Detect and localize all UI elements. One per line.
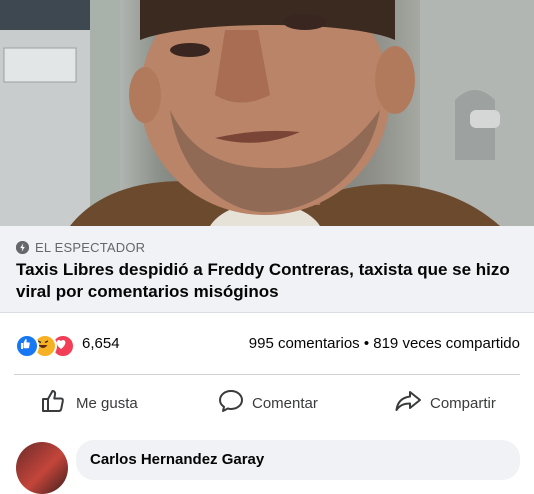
share-arrow-icon [394,388,422,418]
post-stats: 6,654 995 comentarios • 819 veces compar… [0,326,534,362]
post-photo[interactable] [0,0,534,226]
comment-icon [218,388,244,418]
reaction-icons[interactable] [15,334,75,358]
action-bar: Me gusta Comentar Compartir [0,384,534,422]
comment-label: Comentar [252,394,318,412]
like-reaction-icon [15,334,39,358]
commenter-avatar[interactable] [16,442,68,494]
commenter-name[interactable]: Carlos Hernandez Garay [90,451,264,468]
source-name: EL ESPECTADOR [35,240,146,255]
divider [14,374,520,375]
comments-shares-count[interactable]: 995 comentarios • 819 veces compartido [249,335,520,352]
share-label: Compartir [430,394,496,412]
source-line: EL ESPECTADOR [16,240,145,255]
source-icon [16,241,29,254]
share-button[interactable]: Compartir [394,384,496,422]
comment-button[interactable]: Comentar [218,384,318,422]
link-preview[interactable]: EL ESPECTADOR Taxis Libres despidió a Fr… [0,226,534,313]
comment-preview: Carlos Hernandez Garay [0,430,534,494]
like-button[interactable]: Me gusta [40,384,138,422]
reaction-count[interactable]: 6,654 [82,335,120,352]
thumbs-up-icon [40,388,68,418]
post-headline[interactable]: Taxis Libres despidió a Freddy Contreras… [16,259,516,303]
like-label: Me gusta [76,394,138,412]
comment-bubble[interactable]: Carlos Hernandez Garay [76,440,520,480]
